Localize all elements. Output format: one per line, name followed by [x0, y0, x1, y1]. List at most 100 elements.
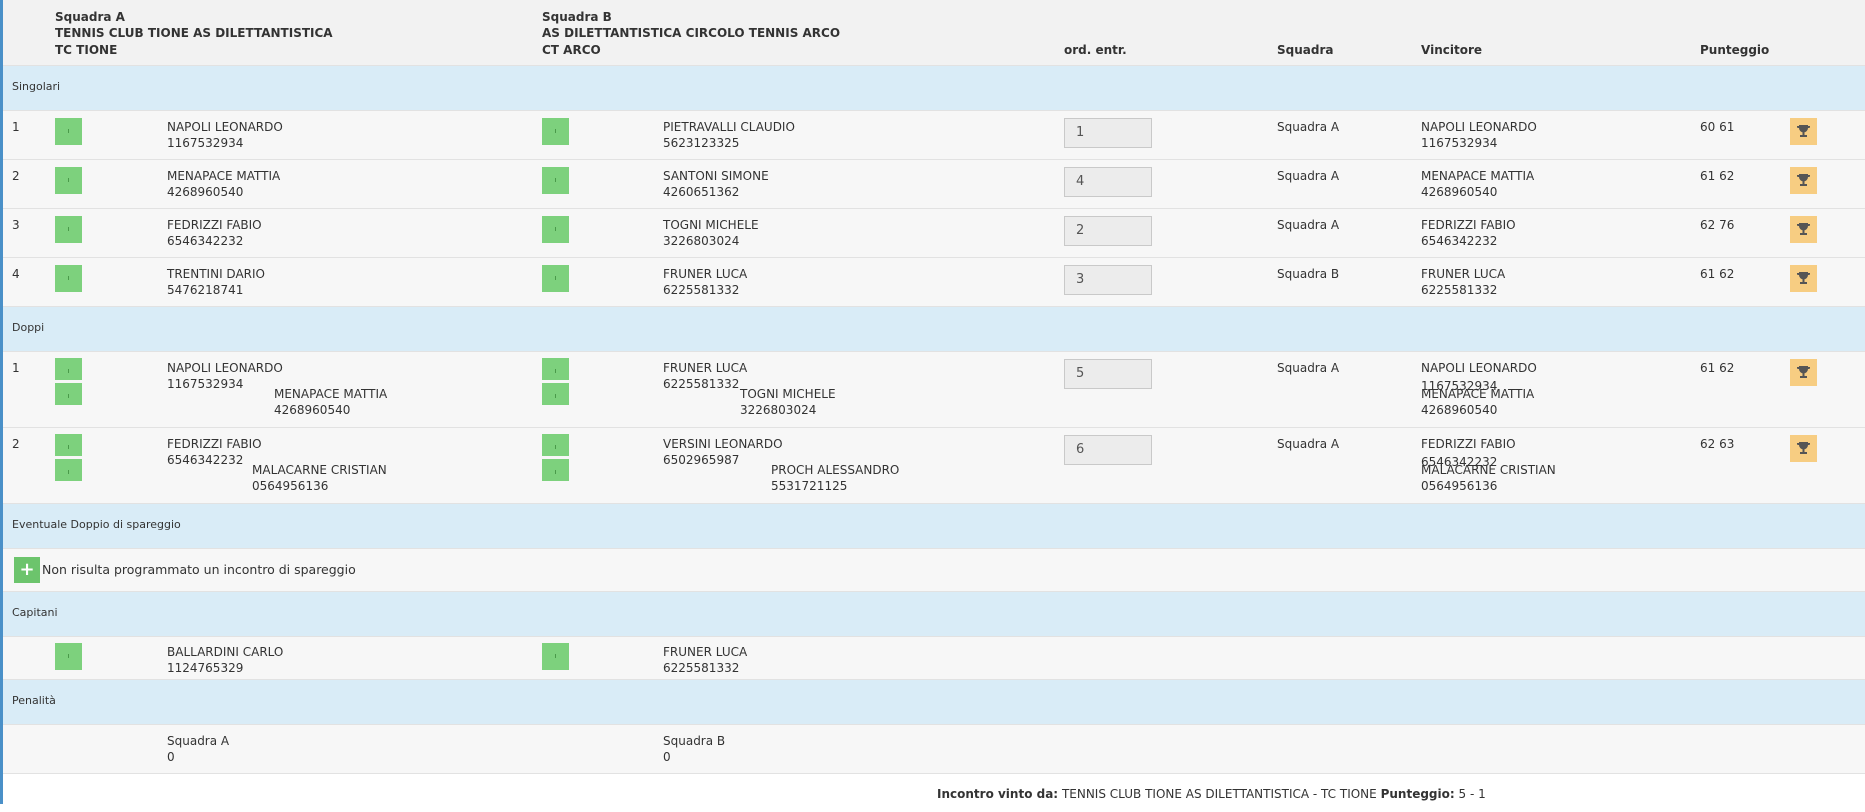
player-b-id: 6225581332: [663, 283, 740, 297]
winner2-id: 0564956136: [1421, 479, 1498, 493]
winner-id: 1167532934: [1421, 136, 1498, 150]
player-a2-name: MENAPACE MATTIA: [274, 387, 388, 401]
singles-row-2: 2 MENAPACE MATTIA 4268960540 SANTONI SIM…: [3, 160, 1865, 209]
player-a2-button[interactable]: [55, 383, 82, 405]
player-a1-name: FEDRIZZI FABIO: [167, 437, 262, 451]
doubles-row-2: 2 FEDRIZZI FABIO 6546342232 MALACARNE CR…: [3, 428, 1865, 504]
winner1-name: NAPOLI LEONARDO: [1421, 361, 1537, 375]
match-score: 61 62: [1700, 361, 1735, 375]
winning-team: Squadra A: [1277, 120, 1340, 134]
player-b-button[interactable]: [542, 265, 569, 292]
player-a-name: MENAPACE MATTIA: [167, 169, 281, 183]
singles-row-4: 4 TRENTINI DARIO 5476218741 FRUNER LUCA …: [3, 258, 1865, 307]
order-input[interactable]: 2: [1064, 216, 1152, 246]
penalties-row: Squadra A 0 Squadra B 0: [3, 725, 1865, 774]
trophy-icon: [1797, 442, 1810, 454]
trophy-icon: [1797, 366, 1810, 378]
match-number: 2: [12, 169, 20, 183]
winning-club: TENNIS CLUB TIONE AS DILETTANTISTICA - T…: [1061, 787, 1377, 801]
player-a2-name: MALACARNE CRISTIAN: [252, 463, 387, 477]
player-b2-button[interactable]: [542, 459, 569, 481]
player-a-name: NAPOLI LEONARDO: [167, 120, 283, 134]
add-tiebreak-button[interactable]: +: [14, 557, 40, 583]
team-b-short: CT ARCO: [542, 43, 601, 57]
player-a-id: 6546342232: [167, 234, 244, 248]
order-input[interactable]: 1: [1064, 118, 1152, 148]
trophy-icon: [1797, 125, 1810, 137]
player-a1-button[interactable]: [55, 434, 82, 456]
player-a-button[interactable]: [55, 118, 82, 145]
col-score: Punteggio: [1700, 43, 1770, 57]
winner2-name: MENAPACE MATTIA: [1421, 387, 1535, 401]
player-b2-name: TOGNI MICHELE: [740, 387, 836, 401]
team-a-short: TC TIONE: [55, 43, 118, 57]
player-a-name: FEDRIZZI FABIO: [167, 218, 262, 232]
trophy-button[interactable]: [1790, 265, 1817, 292]
winner-name: FEDRIZZI FABIO: [1421, 218, 1516, 232]
penalty-b-label: Squadra B: [663, 734, 726, 748]
winner2-id: 4268960540: [1421, 403, 1498, 417]
col-team: Squadra: [1277, 43, 1334, 57]
result-summary: Incontro vinto da: TENNIS CLUB TIONE AS …: [937, 787, 1486, 801]
player-b-button[interactable]: [542, 167, 569, 194]
winning-team: Squadra B: [1277, 267, 1340, 281]
match-score: 61 62: [1700, 169, 1735, 183]
player-a2-id: 0564956136: [252, 479, 329, 493]
winning-team: Squadra A: [1277, 437, 1340, 451]
trophy-button[interactable]: [1790, 435, 1817, 462]
player-b1-button[interactable]: [542, 434, 569, 456]
team-b-name: AS DILETTANTISTICA CIRCOLO TENNIS ARCO: [542, 26, 841, 40]
player-b-id: 4260651362: [663, 185, 740, 199]
player-b-id: 3226803024: [663, 234, 740, 248]
player-a-name: TRENTINI DARIO: [167, 267, 265, 281]
winner-id: 4268960540: [1421, 185, 1498, 199]
winner-id: 6546342232: [1421, 234, 1498, 248]
section-title: Singolari: [12, 80, 61, 93]
section-title: Penalità: [12, 694, 56, 707]
captains-row: BALLARDINI CARLO 1124765329 FRUNER LUCA …: [3, 637, 1865, 680]
captain-a-name: BALLARDINI CARLO: [167, 645, 284, 659]
player-b1-id: 6502965987: [663, 453, 740, 467]
player-b1-button[interactable]: [542, 358, 569, 380]
player-b1-name: FRUNER LUCA: [663, 361, 748, 375]
match-number: 4: [12, 267, 20, 281]
player-a1-button[interactable]: [55, 358, 82, 380]
order-input[interactable]: 4: [1064, 167, 1152, 197]
section-title: Doppi: [12, 321, 45, 334]
player-b-button[interactable]: [542, 118, 569, 145]
player-a2-id: 4268960540: [274, 403, 351, 417]
order-input[interactable]: 5: [1064, 359, 1152, 389]
player-b-button[interactable]: [542, 216, 569, 243]
match-score: 62 63: [1700, 437, 1735, 451]
player-a-id: 1167532934: [167, 136, 244, 150]
player-a-button[interactable]: [55, 167, 82, 194]
section-title: Capitani: [12, 606, 58, 619]
match-score: 61 62: [1700, 267, 1735, 281]
player-b2-id: 3226803024: [740, 403, 817, 417]
trophy-button[interactable]: [1790, 118, 1817, 145]
order-input[interactable]: 3: [1064, 265, 1152, 295]
player-a-button[interactable]: [55, 265, 82, 292]
captain-b-button[interactable]: [542, 643, 569, 670]
captain-a-button[interactable]: [55, 643, 82, 670]
section-singles: Singolari: [3, 66, 1865, 111]
final-score: 5 - 1: [1458, 787, 1486, 801]
match-number: 3: [12, 218, 20, 232]
tiebreak-row: + Non risulta programmato un incontro di…: [3, 549, 1865, 592]
order-input[interactable]: 6: [1064, 435, 1152, 465]
player-a-id: 4268960540: [167, 185, 244, 199]
doubles-row-1: 1 NAPOLI LEONARDO 1167532934 MENAPACE MA…: [3, 352, 1865, 428]
player-a2-button[interactable]: [55, 459, 82, 481]
player-a-button[interactable]: [55, 216, 82, 243]
singles-row-3: 3 FEDRIZZI FABIO 6546342232 TOGNI MICHEL…: [3, 209, 1865, 258]
winner2-name: MALACARNE CRISTIAN: [1421, 463, 1556, 477]
player-b1-name: VERSINI LEONARDO: [663, 437, 783, 451]
player-a1-name: NAPOLI LEONARDO: [167, 361, 283, 375]
player-b2-button[interactable]: [542, 383, 569, 405]
trophy-button[interactable]: [1790, 167, 1817, 194]
player-a-id: 5476218741: [167, 283, 244, 297]
trophy-button[interactable]: [1790, 216, 1817, 243]
match-sheet: Squadra A TENNIS CLUB TIONE AS DILETTANT…: [3, 0, 1865, 812]
trophy-button[interactable]: [1790, 359, 1817, 386]
player-a1-id: 1167532934: [167, 377, 244, 391]
